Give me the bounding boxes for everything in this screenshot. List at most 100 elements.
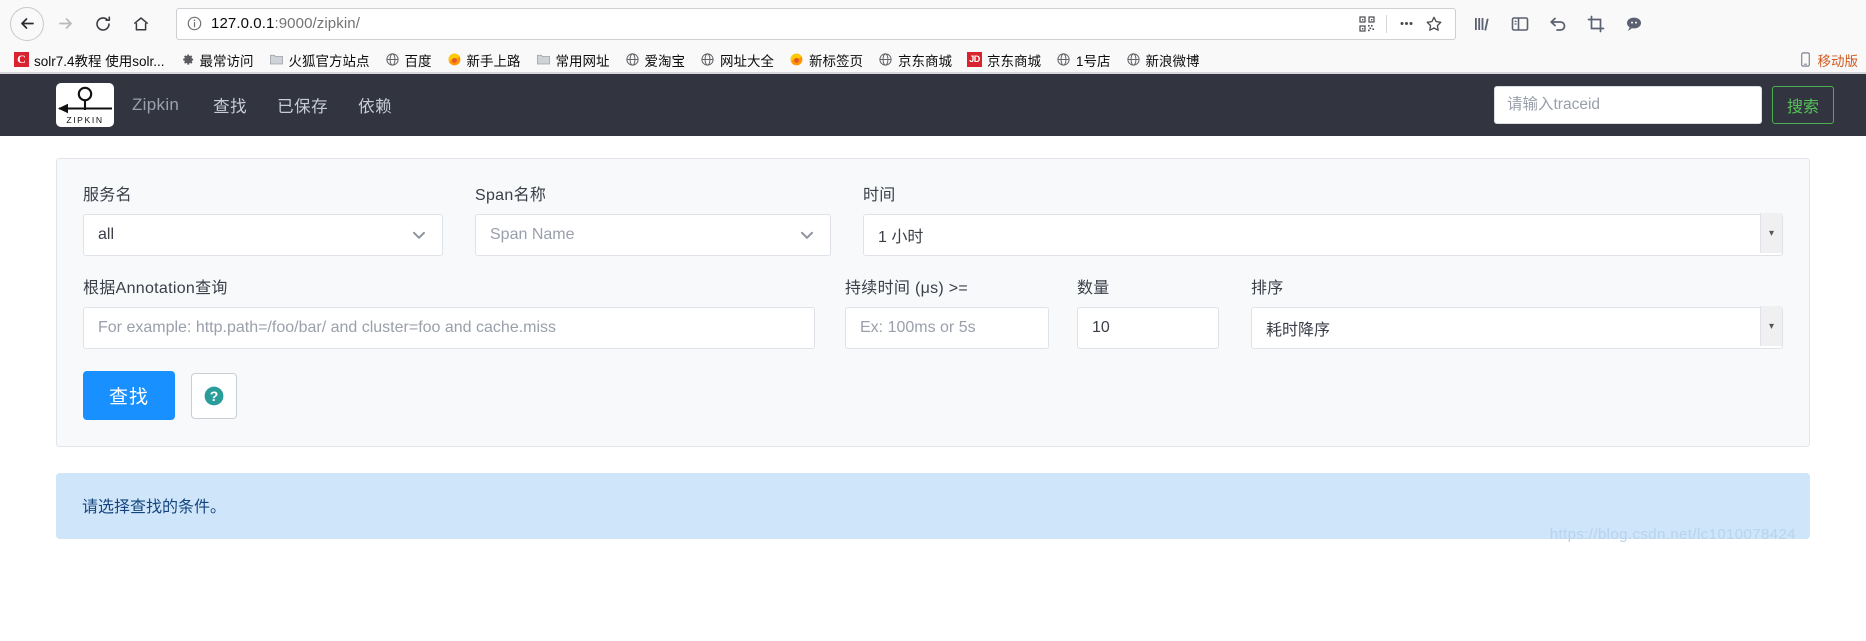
bookmarks-bar: C solr7.4教程 使用solr... 最常访问 火狐官方站点 百度 新手上… [0,47,1866,73]
url-bar-actions [1354,11,1447,37]
bookmark-item[interactable]: 网址大全 [694,48,780,72]
ellipsis-glyph [1400,22,1412,25]
bookmark-label: 爱淘宝 [644,53,686,69]
bookmark-item[interactable]: 最常访问 [174,48,260,72]
bookmarks-overflow-label: 移动版 [1817,53,1859,69]
sidebar-icon[interactable] [1508,12,1532,36]
mobile-glyph [1800,52,1810,67]
reload-button[interactable] [86,7,120,41]
bookmark-label: 1号店 [1076,53,1111,69]
bookmark-item[interactable]: 新手上路 [441,48,527,72]
nav-item-dependencies[interactable]: 依赖 [358,93,392,117]
chevron-down-glyph [801,231,813,239]
qr-code-icon[interactable] [1354,11,1380,37]
sort-order-value: 耗时降序 [1266,322,1331,339]
svg-text:?: ? [210,388,219,404]
span-name-select[interactable]: Span Name [475,214,831,256]
zipkin-logo[interactable]: ZIPKIN [56,83,114,127]
globe-icon [1056,52,1071,67]
bookmarks-overflow[interactable]: 移动版 [1799,50,1859,70]
folder-icon [269,52,284,67]
info-circle-icon [187,16,201,31]
back-button[interactable] [10,6,44,41]
time-range-value: 1 小时 [878,229,924,246]
nav-item-saved[interactable]: 已保存 [277,93,328,117]
jd-icon: JD [967,52,983,67]
bookmark-item[interactable]: 新浪微博 [1120,48,1206,72]
service-name-select[interactable]: all [83,214,443,256]
bookmark-label: 网址大全 [720,53,775,69]
home-button[interactable] [124,7,158,41]
bookmark-item[interactable]: JD 京东商城 [961,48,1047,72]
traceid-input[interactable] [1493,86,1762,124]
label-span-name: Span名称 [475,187,547,204]
traceid-search-button[interactable]: 搜索 [1771,86,1834,124]
globe-glyph [879,53,892,66]
bookmark-item[interactable]: 爱淘宝 [619,48,692,72]
svg-text:ZIPKIN: ZIPKIN [66,115,103,125]
form-row-2: 根据Annotation查询 持续时间 (μs) >= 数量 [83,274,1783,349]
zipkin-nav: 查找 已保存 依赖 [213,93,392,117]
bookmark-item[interactable]: 火狐官方站点 [263,48,376,72]
field-span-name: Span名称 Span Name [475,181,831,256]
bookmark-item[interactable]: 1号店 [1050,48,1117,72]
label-annotation-query: 根据Annotation查询 [83,280,228,297]
bookmark-star-icon[interactable] [1421,11,1447,37]
mobile-icon [1799,52,1814,67]
bookmark-item[interactable]: C solr7.4教程 使用solr... [8,48,171,72]
bookmark-item[interactable]: 京东商城 [872,48,958,72]
globe-glyph [1126,53,1140,66]
label-duration: 持续时间 (μs) >= [845,280,969,297]
chat-icon[interactable] [1622,12,1646,36]
nav-item-find[interactable]: 查找 [213,93,247,117]
globe-glyph [385,53,399,66]
globe-glyph [625,53,639,66]
form-row-1: 服务名 all Span名称 Span Name 时间 1 小时 ▾ [83,181,1783,256]
library-glyph [1475,17,1489,31]
bookmark-label: 常用网址 [555,53,610,69]
forward-button[interactable] [48,7,82,41]
search-panel: 服务名 all Span名称 Span Name 时间 1 小时 ▾ 根据Ann… [56,158,1810,447]
find-button[interactable]: 查找 [83,371,176,420]
field-annotation-query: 根据Annotation查询 [83,274,815,349]
url-path: :9000/zipkin/ [274,15,360,32]
crop-glyph [1587,15,1605,32]
duration-input[interactable] [860,319,1034,337]
label-time-range: 时间 [863,187,896,204]
chevron-down-icon [790,226,816,244]
service-name-value: all [98,226,115,243]
bookmark-item[interactable]: 新标签页 [783,48,869,72]
address-bar[interactable]: 127.0.0.1:9000/zipkin/ [176,7,1456,40]
field-time-range: 时间 1 小时 ▾ [863,181,1783,256]
bookmark-item[interactable]: 常用网址 [530,48,616,72]
sidebar-glyph [1511,16,1529,31]
time-range-select[interactable]: 1 小时 [863,214,1783,256]
help-button[interactable]: ? [191,372,238,419]
undo-glyph [1550,17,1566,31]
bookmark-label: 新标签页 [809,53,864,69]
url-actions-divider [1386,14,1387,33]
zipkin-app: ZIPKIN Zipkin 查找 已保存 依赖 搜索 服务名 all [0,74,1866,568]
screenshot-icon[interactable] [1584,12,1608,36]
duration-wrapper [845,307,1049,349]
globe-glyph [1057,53,1070,66]
bookmark-label: 京东商城 [898,53,953,69]
globe-icon [625,52,640,67]
limit-input[interactable] [1092,319,1204,337]
folder-icon [536,52,551,67]
qr-code-glyph [1359,15,1375,32]
library-icon[interactable] [1470,12,1494,36]
bookmark-item[interactable]: 百度 [379,48,438,72]
limit-wrapper [1077,307,1219,349]
info-icon[interactable] [185,15,203,33]
zipkin-header: ZIPKIN Zipkin 查找 已保存 依赖 搜索 [0,74,1866,136]
browser-chrome: 127.0.0.1:9000/zipkin/ C solr7.4教程 使用sol… [0,0,1866,74]
sort-order-select[interactable]: 耗时降序 [1251,307,1783,349]
annotation-query-input[interactable] [98,319,800,337]
zipkin-brand: Zipkin [132,95,180,114]
bookmark-label: 火狐官方站点 [288,53,370,69]
annotation-query-wrapper [83,307,815,349]
undo-icon[interactable] [1546,12,1570,36]
more-icon[interactable] [1393,11,1419,37]
folder-glyph [269,54,283,65]
